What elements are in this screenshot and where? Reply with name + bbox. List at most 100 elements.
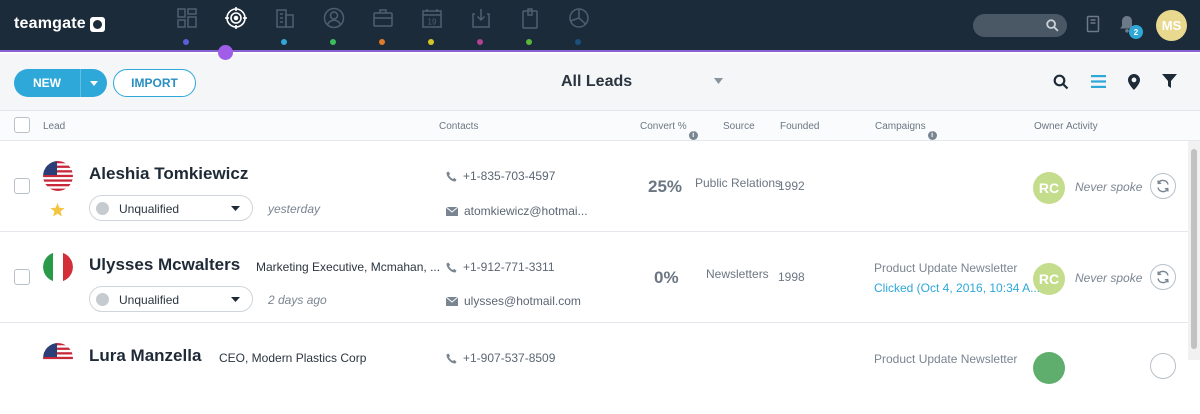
column-header-campaigns[interactable]: Campaigns i	[875, 121, 937, 140]
user-avatar[interactable]: MS	[1156, 10, 1187, 41]
email-address: ulysses@hotmail.com	[464, 294, 581, 308]
nav-dashboard[interactable]	[162, 5, 211, 45]
campaign-name[interactable]: Product Update Newsletter	[874, 261, 1017, 275]
row-checkbox[interactable]	[14, 178, 30, 194]
phone-icon	[446, 170, 457, 182]
info-icon: i	[688, 131, 698, 140]
nav-reports[interactable]	[554, 5, 603, 45]
column-header-contacts[interactable]: Contacts	[439, 121, 478, 132]
select-all-checkbox[interactable]	[14, 117, 30, 133]
lead-name-link[interactable]: Aleshia Tomkiewicz	[89, 164, 248, 184]
global-search-input[interactable]	[973, 14, 1067, 37]
lead-status-select[interactable]: Unqualified	[89, 195, 253, 221]
nav-indicator-dot	[428, 39, 434, 45]
new-button[interactable]: NEW	[14, 69, 107, 97]
app-logo[interactable]: teamgate	[14, 15, 105, 33]
document-icon[interactable]	[1086, 15, 1100, 33]
envelope-icon	[446, 206, 458, 216]
new-button-label: NEW	[33, 76, 61, 90]
column-header-lead[interactable]: Lead	[43, 121, 65, 132]
vertical-scrollbar[interactable]	[1188, 141, 1200, 360]
contact-phone[interactable]: +1-907-537-8509	[446, 351, 555, 365]
refresh-icon	[1157, 270, 1169, 284]
status-indicator	[96, 202, 109, 215]
target-icon	[224, 7, 247, 29]
scrollbar-thumb[interactable]	[1191, 149, 1197, 349]
info-icon: i	[927, 131, 937, 140]
convert-percentage: 0%	[654, 268, 679, 287]
caret-down-icon	[231, 297, 240, 302]
sync-button[interactable]	[1150, 353, 1176, 379]
us-flag-icon	[43, 161, 73, 191]
logo-badge-icon	[89, 16, 105, 32]
contact-email[interactable]: atomkiewicz@hotmai...	[446, 204, 588, 218]
lead-created-time: yesterday	[268, 202, 321, 216]
pie-chart-icon	[568, 8, 589, 28]
caret-down-icon	[231, 206, 240, 211]
view-selector[interactable]: All Leads	[561, 73, 632, 91]
nav-tasks[interactable]	[505, 5, 554, 45]
column-header-source[interactable]: Source	[723, 121, 755, 132]
email-address: atomkiewicz@hotmai...	[464, 204, 588, 218]
contact-phone[interactable]: +1-835-703-4597	[446, 169, 555, 183]
status-label: Unqualified	[119, 202, 180, 216]
phone-number: +1-912-771-3311	[463, 260, 555, 274]
person-icon	[323, 7, 344, 29]
us-flag-icon	[43, 343, 73, 373]
inbox-icon	[471, 9, 490, 28]
search-icon[interactable]	[1053, 74, 1069, 90]
new-dropdown-toggle[interactable]	[81, 80, 107, 86]
sync-button[interactable]	[1150, 173, 1176, 199]
table-row[interactable]: Aleshia Tomkiewicz Unqualified yesterday…	[0, 141, 1188, 232]
owner-avatar[interactable]: RC	[1033, 172, 1065, 204]
phone-number: +1-907-537-8509	[463, 351, 556, 365]
lead-status-select[interactable]: Unqualified	[89, 286, 253, 312]
campaign-status-link[interactable]: Clicked (Oct 4, 2016, 10:34 A...	[874, 281, 1040, 295]
building-icon	[275, 9, 294, 28]
row-checkbox[interactable]	[14, 269, 30, 285]
founded-year: 1998	[778, 270, 805, 284]
phone-icon	[446, 352, 457, 364]
nav-deals[interactable]	[358, 5, 407, 45]
nav-inbox[interactable]	[456, 5, 505, 45]
table-row[interactable]: Ulysses Mcwalters Marketing Executive, M…	[0, 232, 1188, 323]
filter-icon[interactable]	[1162, 74, 1177, 89]
nav-calendar[interactable]: 19	[407, 5, 456, 45]
caret-down-icon	[90, 80, 98, 86]
import-button[interactable]: IMPORT	[113, 69, 196, 97]
briefcase-icon	[372, 9, 393, 27]
nav-companies[interactable]	[260, 5, 309, 45]
list-view-icon[interactable]	[1091, 74, 1106, 89]
search-icon	[1046, 19, 1059, 32]
lead-job-title: Marketing Executive, Mcmahan, ...	[256, 260, 441, 274]
contact-email[interactable]: ulysses@hotmail.com	[446, 294, 581, 308]
founded-year: 1992	[778, 179, 805, 193]
table-row[interactable]: Lura Manzella CEO, Modern Plastics Corp …	[0, 323, 1188, 414]
column-header-owner[interactable]: Owner	[1034, 121, 1063, 132]
module-nav: 19	[162, 5, 603, 45]
star-icon[interactable]	[50, 203, 65, 217]
logo-text: teamgate	[14, 15, 86, 32]
nav-contacts[interactable]	[309, 5, 358, 45]
calendar-icon: 19	[421, 9, 442, 28]
owner-avatar[interactable]	[1033, 352, 1065, 384]
campaign-name[interactable]: Product Update Newsletter	[874, 352, 1017, 366]
column-header-convert[interactable]: Convert % i	[640, 121, 698, 140]
nav-leads[interactable]	[211, 5, 260, 45]
owner-avatar[interactable]: RC	[1033, 263, 1065, 295]
caret-down-icon[interactable]	[714, 78, 723, 84]
lead-name-link[interactable]: Ulysses Mcwalters	[89, 255, 240, 275]
sync-button[interactable]	[1150, 264, 1176, 290]
svg-text:19: 19	[427, 18, 436, 27]
lead-name-link[interactable]: Lura Manzella	[89, 346, 201, 366]
clipboard-icon	[521, 8, 538, 29]
list-toolbar: NEW IMPORT All Leads	[0, 54, 1200, 111]
active-module-marker	[218, 45, 233, 60]
nav-indicator-dot	[183, 39, 189, 45]
contact-phone[interactable]: +1-912-771-3311	[446, 260, 555, 274]
column-header-founded[interactable]: Founded	[780, 121, 819, 132]
dashboard-icon	[176, 8, 197, 28]
table-header: Lead Contacts Convert % i Source Founded …	[0, 111, 1200, 141]
map-pin-icon[interactable]	[1128, 74, 1140, 90]
column-header-activity[interactable]: Activity	[1066, 121, 1098, 132]
